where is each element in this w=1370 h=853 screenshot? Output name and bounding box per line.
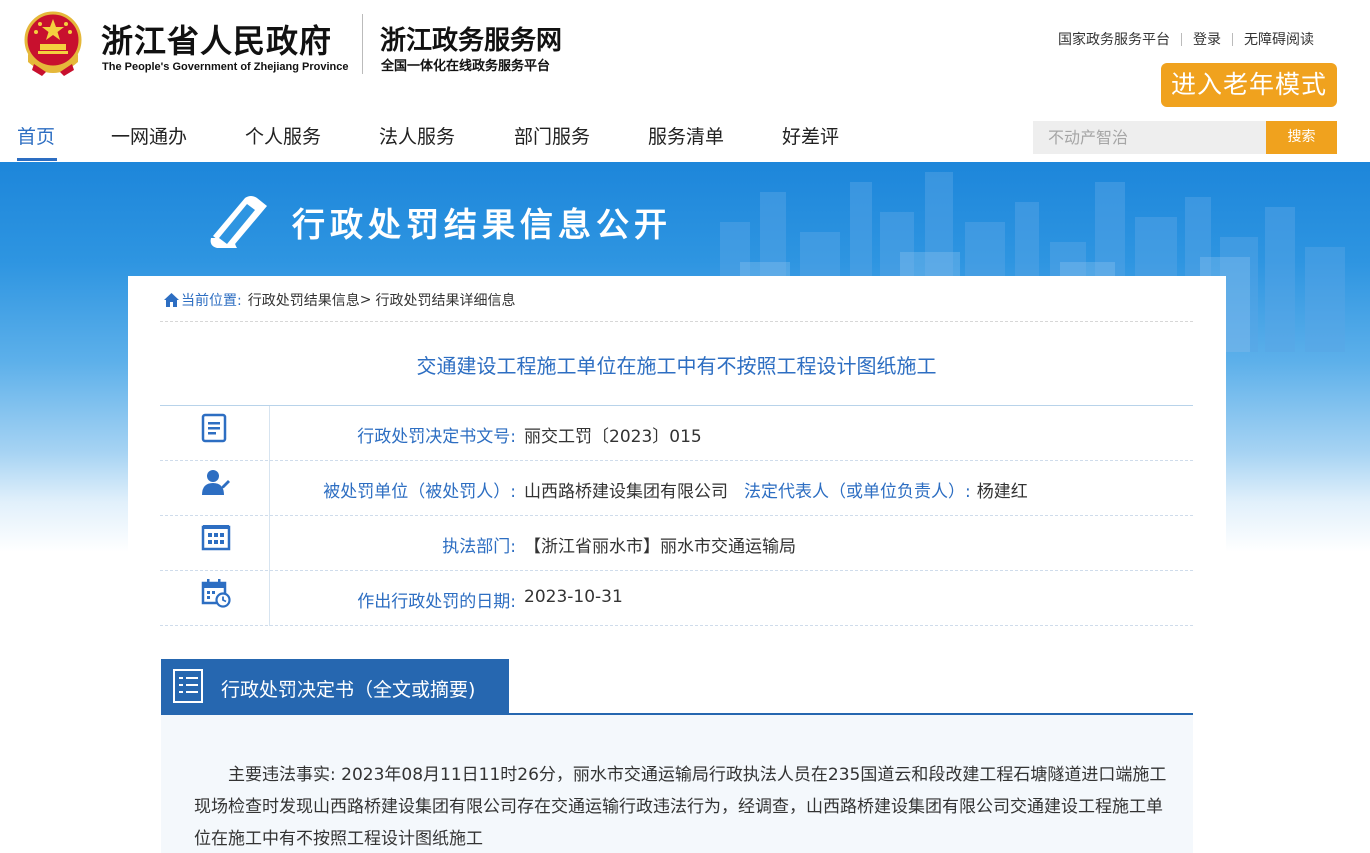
- nav-item-one-stop[interactable]: 一网通办: [111, 122, 187, 149]
- nav-active-indicator: [17, 158, 57, 161]
- info-icon-cell: [160, 516, 270, 571]
- info-row-party: 被处罚单位（被处罚人）: 山西路桥建设集团有限公司 法定代表人（或单位负责人）: 杨…: [160, 461, 1193, 516]
- decision-section-title: 行政处罚决定书（全文或摘要): [221, 679, 476, 701]
- search-input[interactable]: [1033, 121, 1266, 154]
- legal-rep-name: 杨建红: [976, 482, 1028, 502]
- national-emblem-icon: [24, 11, 82, 76]
- search-button[interactable]: 搜索: [1266, 121, 1337, 154]
- info-row-date: 作出行政处罚的日期: 2023-10-31: [160, 571, 1193, 626]
- info-label: 法定代表人（或单位负责人）:: [744, 482, 971, 502]
- gov-logo-english: The People's Government of Zhejiang Prov…: [102, 61, 349, 73]
- info-label: 行政处罚决定书文号:: [357, 427, 516, 447]
- logo-divider: [362, 14, 363, 74]
- building-icon: [201, 525, 231, 551]
- nav-item-legal-person[interactable]: 法人服务: [379, 122, 455, 149]
- document-list-icon: [173, 669, 203, 703]
- page-title: 交通建设工程施工单位在施工中有不按照工程设计图纸施工: [416, 354, 937, 378]
- national-platform-link[interactable]: 国家政务服务平台: [1058, 29, 1170, 49]
- info-row-doc-no: 行政处罚决定书文号: 丽交工罚〔2023〕015: [160, 406, 1193, 461]
- site-name[interactable]: 浙江政务服务网: [380, 20, 562, 57]
- home-icon: [164, 293, 179, 307]
- calendar-icon: [201, 579, 231, 608]
- book-icon: [210, 196, 267, 248]
- info-value: 2023-10-31: [524, 587, 623, 607]
- breadcrumb-label: 当前位置:: [181, 293, 242, 309]
- breadcrumb-item[interactable]: 行政处罚结果信息: [248, 290, 360, 310]
- banner-title: 行政处罚结果信息公开: [292, 205, 672, 244]
- accessibility-link[interactable]: 无障碍阅读: [1244, 29, 1314, 49]
- info-value: 【浙江省丽水市】丽水市交通运输局: [524, 537, 796, 557]
- nav-item-rating[interactable]: 好差评: [782, 122, 839, 149]
- breadcrumb-separator: >: [359, 292, 372, 308]
- document-icon: [201, 413, 227, 443]
- login-link[interactable]: 登录: [1193, 29, 1221, 49]
- info-icon-cell: [160, 461, 270, 516]
- breadcrumb-item[interactable]: 行政处罚结果详细信息: [375, 290, 515, 310]
- elder-mode-button[interactable]: 进入老年模式: [1161, 63, 1337, 107]
- info-icon-cell: [160, 406, 270, 461]
- divider: [160, 321, 1193, 322]
- nav-item-service-list[interactable]: 服务清单: [648, 122, 724, 149]
- info-label: 执法部门:: [442, 537, 516, 557]
- info-value: 丽交工罚〔2023〕015: [524, 427, 702, 447]
- info-icon-cell: [160, 571, 270, 626]
- decision-text: 主要违法事实: 2023年08月11日11时26分，丽水市交通运输局行政执法人员…: [194, 765, 1167, 849]
- gov-logo-text[interactable]: 浙江省人民政府: [101, 16, 332, 62]
- breadcrumb: 当前位置: 行政处罚结果信息 > 行政处罚结果详细信息: [164, 290, 515, 310]
- site-header: 浙江省人民政府 The People's Government of Zheji…: [0, 0, 1370, 110]
- info-table: 行政处罚决定书文号: 丽交工罚〔2023〕015 被处罚单位（被处罚人）: 山西…: [160, 405, 1193, 626]
- info-row-dept: 执法部门: 【浙江省丽水市】丽水市交通运输局: [160, 516, 1193, 571]
- top-links: 国家政务服务平台 登录 无障碍阅读: [1058, 29, 1314, 49]
- party-name: 山西路桥建设集团有限公司: [524, 482, 728, 502]
- site-subtitle: 全国一体化在线政务服务平台: [381, 59, 551, 74]
- info-label: 作出行政处罚的日期:: [357, 592, 516, 612]
- nav-item-personal[interactable]: 个人服务: [245, 122, 321, 149]
- nav-item-department[interactable]: 部门服务: [514, 122, 590, 149]
- info-label: 被处罚单位（被处罚人）:: [323, 482, 516, 502]
- nav-item-home[interactable]: 首页: [17, 122, 55, 149]
- divider: [1232, 32, 1233, 46]
- decision-section-header: 行政处罚决定书（全文或摘要): [161, 659, 509, 713]
- divider: [1181, 32, 1182, 46]
- info-value: 山西路桥建设集团有限公司 法定代表人（或单位负责人）: 杨建红: [524, 477, 1028, 502]
- person-icon: [202, 470, 230, 495]
